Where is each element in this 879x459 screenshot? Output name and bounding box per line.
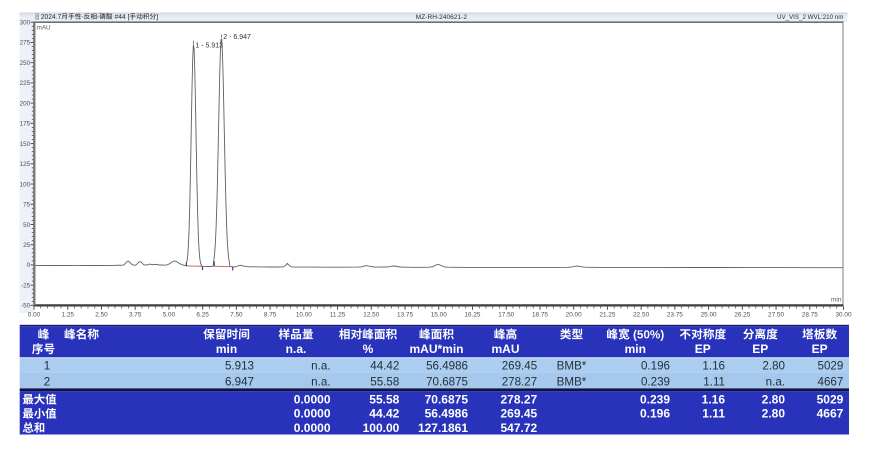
svg-text:2.80: 2.80 xyxy=(762,392,786,406)
svg-text:2 - 6.947: 2 - 6.947 xyxy=(223,34,251,41)
svg-text:EP: EP xyxy=(752,342,768,356)
svg-text:2.50: 2.50 xyxy=(95,311,108,318)
svg-text:547.72: 547.72 xyxy=(500,421,537,435)
svg-text:127.1861: 127.1861 xyxy=(418,421,468,435)
svg-text:n.a.: n.a. xyxy=(766,376,785,389)
svg-text:25.00: 25.00 xyxy=(701,311,717,318)
svg-text:0.0000: 0.0000 xyxy=(294,392,331,406)
svg-text:15.00: 15.00 xyxy=(431,311,447,318)
svg-text:0.239: 0.239 xyxy=(641,376,670,389)
svg-text:6.25: 6.25 xyxy=(196,311,209,318)
svg-text:278.27: 278.27 xyxy=(500,392,537,406)
svg-text:1.11: 1.11 xyxy=(703,376,725,389)
svg-text:5.913: 5.913 xyxy=(225,360,254,373)
svg-text:BMB*: BMB* xyxy=(557,376,587,389)
svg-text:0.196: 0.196 xyxy=(641,360,670,373)
svg-text:20.00: 20.00 xyxy=(566,311,582,318)
svg-text:300: 300 xyxy=(20,20,31,27)
svg-text:75: 75 xyxy=(23,202,31,209)
svg-text:min: min xyxy=(831,296,842,303)
svg-text:1: 1 xyxy=(44,360,50,373)
svg-text:150: 150 xyxy=(20,141,31,148)
svg-text:200: 200 xyxy=(20,100,31,107)
svg-text:25: 25 xyxy=(23,242,31,249)
svg-text:55.58: 55.58 xyxy=(369,392,399,406)
svg-text:n.a.: n.a. xyxy=(311,376,330,389)
svg-text:125: 125 xyxy=(20,161,31,168)
svg-text:mAU: mAU xyxy=(491,342,519,356)
svg-text:4667: 4667 xyxy=(817,407,844,421)
svg-text:10.00: 10.00 xyxy=(296,311,312,318)
svg-text:0.00: 0.00 xyxy=(28,311,41,318)
svg-text:56.4986: 56.4986 xyxy=(425,407,469,421)
svg-text:0.239: 0.239 xyxy=(640,392,670,406)
svg-text:BMB*: BMB* xyxy=(557,360,587,373)
svg-text:21.25: 21.25 xyxy=(599,311,615,318)
svg-text:3.75: 3.75 xyxy=(129,311,142,318)
svg-text:-50: -50 xyxy=(21,303,31,310)
svg-text:5029: 5029 xyxy=(817,392,844,406)
svg-text:5.00: 5.00 xyxy=(163,311,176,318)
svg-text:17.50: 17.50 xyxy=(498,311,514,318)
svg-text:7.50: 7.50 xyxy=(230,311,243,318)
svg-text:30.00: 30.00 xyxy=(836,311,852,318)
svg-text:11.25: 11.25 xyxy=(330,311,346,318)
svg-text:70.6875: 70.6875 xyxy=(425,392,469,406)
svg-text:27.50: 27.50 xyxy=(768,311,784,318)
svg-text:26.25: 26.25 xyxy=(734,311,750,318)
svg-text:1.25: 1.25 xyxy=(62,311,75,318)
svg-text:0: 0 xyxy=(27,262,31,269)
svg-text:278.27: 278.27 xyxy=(502,376,537,389)
svg-text:12.50: 12.50 xyxy=(363,311,379,318)
svg-text:269.45: 269.45 xyxy=(502,360,537,373)
svg-text:EP: EP xyxy=(695,342,711,356)
svg-text:1.11: 1.11 xyxy=(702,407,725,421)
svg-text:mAU: mAU xyxy=(37,25,51,32)
svg-text:4667: 4667 xyxy=(818,376,844,389)
svg-text:n.a.: n.a. xyxy=(286,342,307,356)
svg-text:16.25: 16.25 xyxy=(464,311,480,318)
svg-text:28.75: 28.75 xyxy=(802,311,818,318)
svg-text:-25: -25 xyxy=(21,282,31,289)
svg-text:1 - 5.913: 1 - 5.913 xyxy=(195,43,223,50)
svg-text:23.75: 23.75 xyxy=(667,311,683,318)
svg-text:n.a.: n.a. xyxy=(311,360,330,373)
svg-text:269.45: 269.45 xyxy=(500,407,537,421)
svg-text:mAU*min: mAU*min xyxy=(409,342,463,356)
svg-text:100: 100 xyxy=(20,181,31,188)
svg-text:2.80: 2.80 xyxy=(762,407,786,421)
svg-text:22.50: 22.50 xyxy=(633,311,649,318)
svg-text:55.58: 55.58 xyxy=(370,376,399,389)
svg-text:13.75: 13.75 xyxy=(397,311,413,318)
svg-text:56.4986: 56.4986 xyxy=(426,360,468,373)
svg-text:6.947: 6.947 xyxy=(225,376,254,389)
svg-text:min: min xyxy=(216,342,237,356)
svg-text:2: 2 xyxy=(44,376,50,389)
svg-text:8.75: 8.75 xyxy=(264,311,277,318)
svg-text:175: 175 xyxy=(20,121,31,128)
svg-text:0.0000: 0.0000 xyxy=(294,407,331,421)
svg-text:5029: 5029 xyxy=(818,360,844,373)
svg-text:0.196: 0.196 xyxy=(640,407,670,421)
svg-text:50: 50 xyxy=(23,222,31,229)
svg-text:min: min xyxy=(625,342,646,356)
svg-text:18.75: 18.75 xyxy=(532,311,548,318)
svg-text:1.16: 1.16 xyxy=(702,360,725,373)
svg-text:225: 225 xyxy=(20,80,31,87)
svg-text:250: 250 xyxy=(20,60,31,67)
svg-text:100.00: 100.00 xyxy=(363,421,400,435)
svg-text:44.42: 44.42 xyxy=(369,407,399,421)
svg-text:0.0000: 0.0000 xyxy=(294,421,331,435)
svg-text:1.16: 1.16 xyxy=(702,392,726,406)
svg-text:MZ-RH-240621-2: MZ-RH-240621-2 xyxy=(416,14,468,21)
svg-text:70.6875: 70.6875 xyxy=(426,376,468,389)
svg-text:EP: EP xyxy=(812,342,828,356)
svg-text:44.42: 44.42 xyxy=(370,360,399,373)
svg-text:UV_VIS_2 WVL:210 nm: UV_VIS_2 WVL:210 nm xyxy=(777,14,843,21)
svg-text:2.80: 2.80 xyxy=(762,360,785,373)
svg-text:275: 275 xyxy=(20,40,31,47)
svg-text:%: % xyxy=(363,342,374,356)
